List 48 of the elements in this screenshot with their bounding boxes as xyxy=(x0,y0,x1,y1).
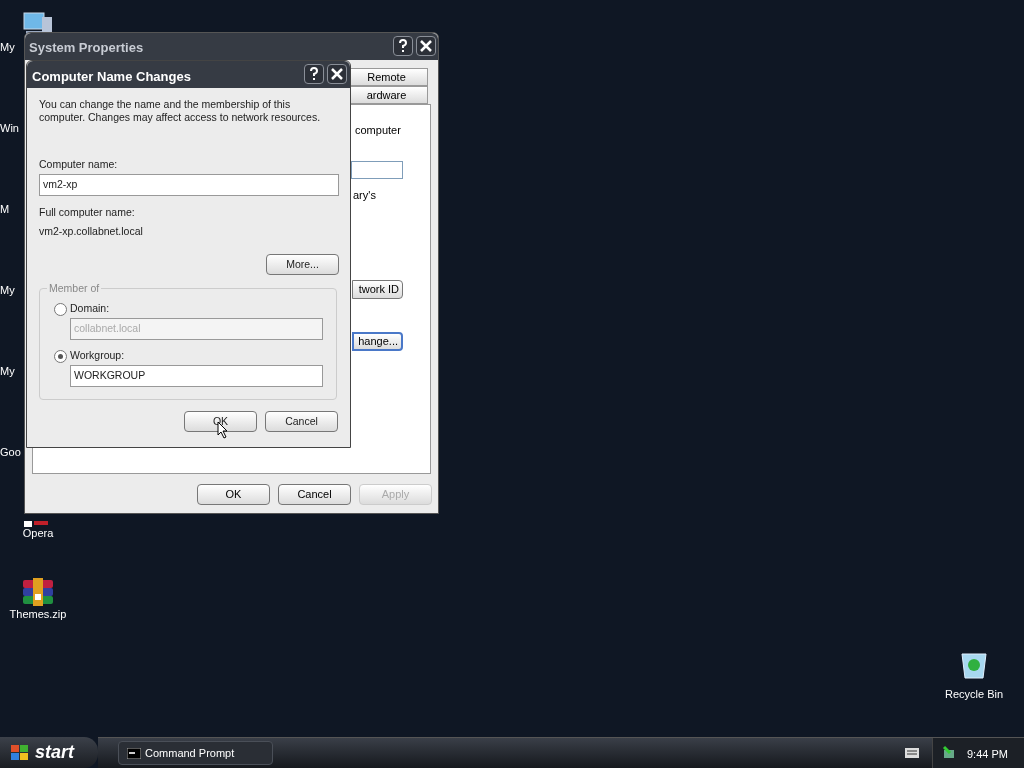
close-button[interactable] xyxy=(416,36,436,56)
desktop-icon-label[interactable]: My xyxy=(0,363,15,380)
archive-icon xyxy=(22,576,54,608)
close-icon xyxy=(420,40,432,52)
help-icon xyxy=(398,39,408,53)
desktop-icon-label[interactable]: My xyxy=(0,282,15,299)
button[interactable]: OK xyxy=(197,484,270,505)
radio-button[interactable] xyxy=(54,349,67,363)
more-button[interactable]: More... xyxy=(266,254,339,276)
close-button[interactable] xyxy=(327,64,347,84)
keyboard-icon xyxy=(905,748,919,758)
label-text: computer xyxy=(355,123,401,138)
button[interactable]: Cancel xyxy=(278,484,351,505)
desktop-icon-label[interactable]: Themes.zip xyxy=(0,606,76,623)
recycle-bin-icon xyxy=(959,650,989,680)
button[interactable]: hange... xyxy=(352,332,403,351)
radio-button[interactable] xyxy=(54,302,67,316)
network-icon xyxy=(942,745,956,759)
window-title: System Properties xyxy=(29,39,144,57)
console-icon xyxy=(127,747,141,759)
full-name-text: vm2-xp.collabnet.local xyxy=(39,223,144,239)
desktop-icon-label[interactable]: Win xyxy=(0,120,19,137)
text-field[interactable]: WORKGROUP xyxy=(70,365,323,388)
desktop-icon-label[interactable]: My xyxy=(0,39,15,56)
desktop-icon-label[interactable]: Recycle Bin xyxy=(940,686,1008,703)
desktop-icon-label[interactable]: Goo xyxy=(0,444,21,461)
start-button[interactable]: start xyxy=(0,737,98,768)
help-button[interactable] xyxy=(393,36,413,56)
taskbar-button[interactable]: Command Prompt xyxy=(118,741,273,765)
cancel-button[interactable]: Cancel xyxy=(265,411,338,433)
label-text: ary's xyxy=(353,188,376,203)
windows-logo-icon xyxy=(10,743,30,762)
clock-text: 9:44 PM xyxy=(967,747,1008,762)
help-button[interactable] xyxy=(304,64,324,84)
help-icon xyxy=(309,67,319,81)
field-label: Computer name: xyxy=(39,157,119,172)
field-label: Full computer name: xyxy=(39,204,136,220)
desktop-icon-label[interactable]: Opera xyxy=(0,525,76,542)
text-field[interactable] xyxy=(351,161,403,179)
computer-name-field[interactable]: vm2-xp xyxy=(39,173,339,196)
opera-icon xyxy=(24,521,48,527)
radio-label[interactable]: Workgroup: xyxy=(70,348,125,364)
radio-label[interactable]: Domain: xyxy=(70,301,110,317)
button[interactable]: twork ID xyxy=(352,280,403,299)
close-icon xyxy=(331,68,343,80)
desktop-icon-label[interactable]: M xyxy=(0,201,10,218)
dialog-title: Computer Name Changes xyxy=(32,68,191,86)
description-text: You can change the name and the membership of this computer. Changes may affect access to network resources. xyxy=(39,98,322,124)
